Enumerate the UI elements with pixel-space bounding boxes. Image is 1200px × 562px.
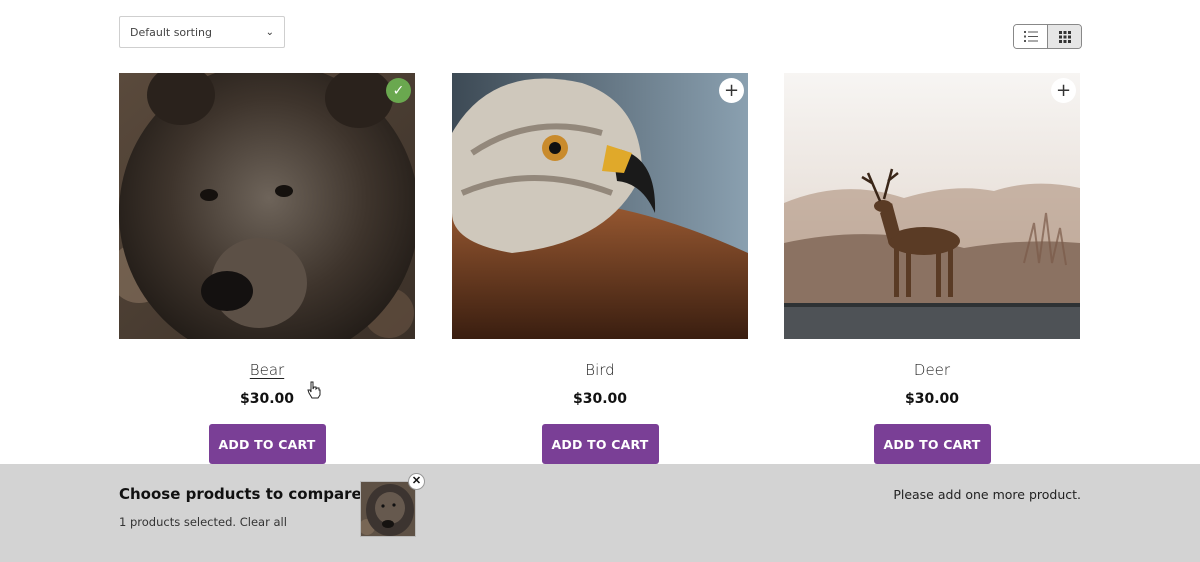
grid-view-button[interactable]	[1047, 25, 1081, 48]
close-icon: ✕	[411, 475, 422, 487]
compare-toggle-bird[interactable]: +	[719, 78, 744, 103]
compare-bar: Choose products to compare 1 products se…	[0, 464, 1200, 562]
shop-page: Default sorting ⌄ ✓ Bear $30.00 ADD TO C…	[0, 0, 1200, 562]
product-price-bird: $30.00	[572, 391, 628, 407]
bird-photo	[452, 73, 748, 339]
deer-photo	[784, 73, 1080, 339]
product-title-bird[interactable]: Bird	[452, 361, 748, 381]
selected-count-text: 1 products selected.	[119, 515, 237, 529]
plus-icon: +	[723, 79, 740, 101]
checkmark-icon: ✓	[392, 82, 405, 99]
compare-toggle-deer[interactable]: +	[1051, 78, 1076, 103]
product-card-deer: + Deer $30.00 ADD TO CART	[784, 73, 1080, 464]
clear-all-link[interactable]: Clear all	[240, 515, 287, 529]
grid-view-icon	[1058, 30, 1071, 43]
sort-select-value: Default sorting	[130, 25, 212, 39]
product-price-deer: $30.00	[904, 391, 960, 407]
add-to-cart-button-bird[interactable]: ADD TO CART	[541, 424, 659, 464]
compare-bar-status: 1 products selected. Clear all	[119, 515, 287, 529]
compare-toggle-bear[interactable]: ✓	[386, 78, 411, 103]
compare-bar-hint: Please add one more product.	[893, 487, 1081, 502]
product-title-bear[interactable]: Bear	[119, 361, 415, 381]
product-card-bear: ✓ Bear $30.00 ADD TO CART	[119, 73, 415, 464]
product-title-deer[interactable]: Deer	[784, 361, 1080, 381]
compare-bar-title: Choose products to compare	[119, 485, 362, 503]
bear-thumbnail-photo	[361, 482, 415, 536]
sort-select[interactable]: Default sorting ⌄	[119, 16, 285, 48]
list-view-button[interactable]	[1014, 25, 1047, 48]
product-image-deer[interactable]: +	[784, 73, 1080, 339]
view-toggle	[1013, 24, 1082, 49]
chevron-down-icon: ⌄	[265, 26, 274, 38]
compare-thumbnail-bear	[360, 481, 416, 537]
plus-icon: +	[1055, 79, 1072, 101]
product-price-bear: $30.00	[239, 391, 295, 407]
add-to-cart-button-bear[interactable]: ADD TO CART	[208, 424, 326, 464]
hand-pointer-icon	[307, 381, 321, 399]
product-image-bird[interactable]: +	[452, 73, 748, 339]
remove-compare-item-button[interactable]: ✕	[408, 473, 425, 490]
product-card-bird: + Bird $30.00 ADD TO CART	[452, 73, 748, 464]
add-to-cart-button-deer[interactable]: ADD TO CART	[873, 424, 991, 464]
bear-photo	[119, 73, 415, 339]
list-view-icon	[1023, 31, 1038, 42]
product-image-bear[interactable]: ✓	[119, 73, 415, 339]
